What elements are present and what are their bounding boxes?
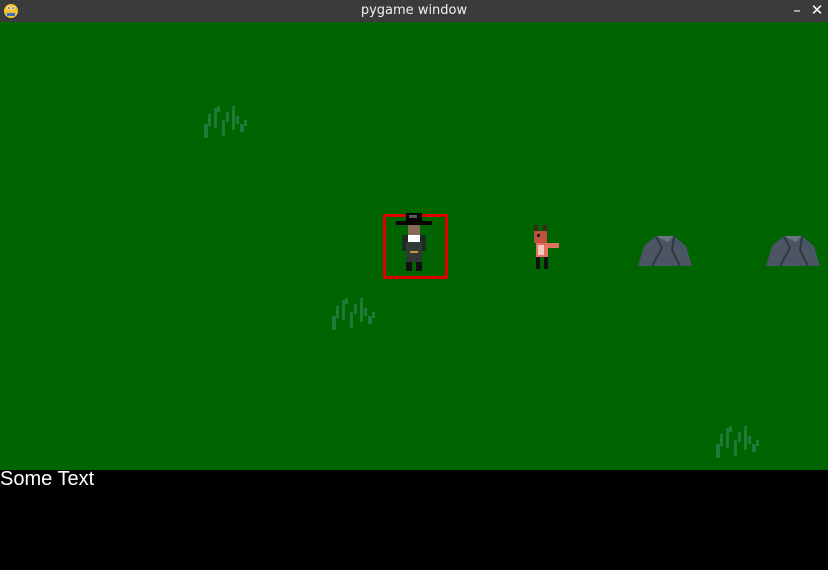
game-field[interactable] <box>0 22 828 470</box>
close-button[interactable]: ✕ <box>809 1 825 19</box>
rock <box>638 235 692 266</box>
rock <box>766 235 820 266</box>
hud-text: Some Text <box>0 468 95 490</box>
grass-tuft <box>332 298 375 330</box>
window-titlebar[interactable]: pygame window – ✕ <box>0 0 828 22</box>
window-title: pygame window <box>360 3 468 18</box>
fox-creature[interactable] <box>531 225 561 271</box>
grass-tuft <box>204 106 247 138</box>
grass-tuft <box>716 426 759 458</box>
minimize-button[interactable]: – <box>789 1 805 19</box>
wizard-character[interactable] <box>392 213 436 271</box>
hud-panel: Some Text <box>0 468 828 570</box>
